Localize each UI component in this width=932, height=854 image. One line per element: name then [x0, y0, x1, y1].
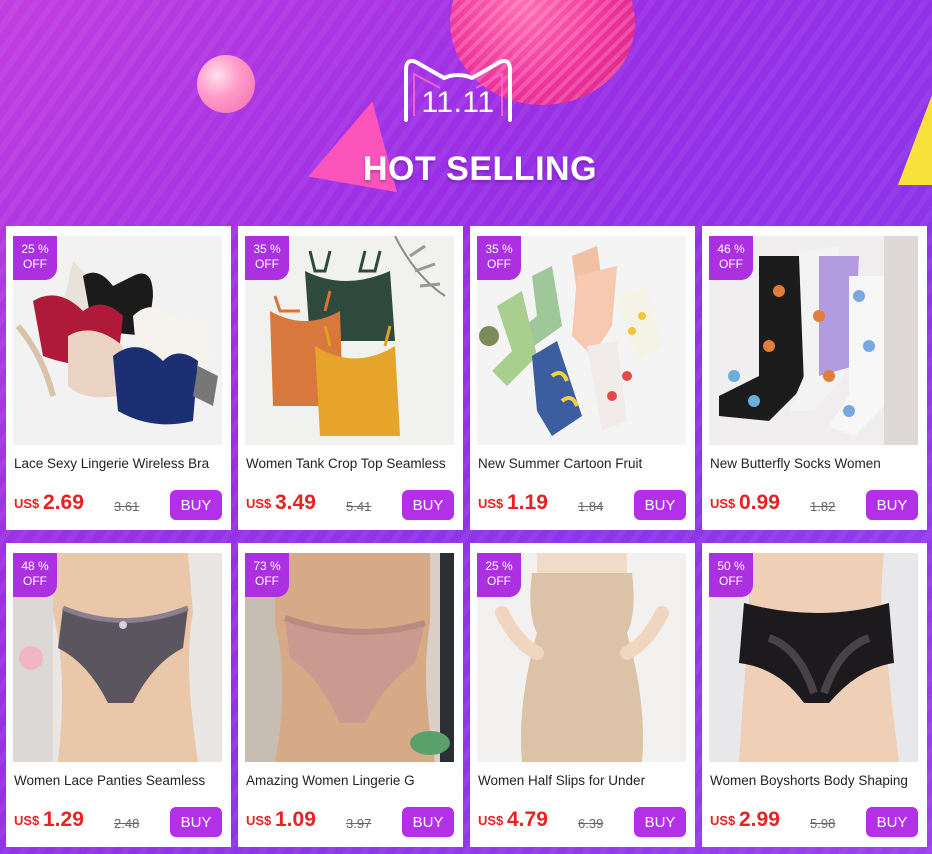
discount-off-label: OFF: [719, 574, 743, 588]
product-name[interactable]: Women Tank Crop Top Seamless: [246, 456, 458, 471]
product-card[interactable]: 25 % OFF Lace Sexy Lingerie Wireless Bra…: [6, 226, 231, 530]
original-price: 5.41: [346, 499, 372, 514]
currency-label: US$: [14, 813, 40, 828]
currency-label: US$: [478, 496, 504, 511]
discount-badge: 48 % OFF: [13, 553, 57, 597]
product-card[interactable]: 73 % OFF Amazing Women Lingerie G US$ 1.…: [238, 543, 463, 847]
discount-off-label: OFF: [487, 257, 511, 271]
discount-off-label: OFF: [719, 257, 743, 271]
original-price: 5.98: [810, 816, 836, 831]
discount-percent: 25 %: [485, 559, 513, 573]
discount-off-label: OFF: [255, 574, 279, 588]
sale-1111-badge: 11.11: [398, 48, 518, 128]
discount-off-label: OFF: [23, 574, 47, 588]
product-price: 3.49: [275, 491, 316, 514]
product-name[interactable]: Amazing Women Lingerie G: [246, 773, 458, 788]
product-card[interactable]: 25 % OFF Women Half Slips for Under US$ …: [470, 543, 695, 847]
discount-off-label: OFF: [23, 257, 47, 271]
product-price: 4.79: [507, 808, 548, 831]
buy-button[interactable]: BUY: [634, 807, 686, 837]
discount-percent: 50 %: [717, 559, 745, 573]
original-price: 3.97: [346, 816, 372, 831]
discount-off-label: OFF: [255, 257, 279, 271]
original-price: 3.61: [114, 499, 140, 514]
product-price: 0.99: [739, 491, 780, 514]
sale-1111-text: 11.11: [421, 86, 495, 119]
product-price: 2.69: [43, 491, 84, 514]
currency-label: US$: [478, 813, 504, 828]
discount-percent: 48 %: [21, 559, 49, 573]
discount-badge: 73 % OFF: [245, 553, 289, 597]
product-card[interactable]: 48 % OFF Women Lace Panties Seamless US$…: [6, 543, 231, 847]
buy-button[interactable]: BUY: [634, 490, 686, 520]
product-name[interactable]: New Butterfly Socks Women: [710, 456, 922, 471]
buy-button[interactable]: BUY: [170, 490, 222, 520]
discount-off-label: OFF: [487, 574, 511, 588]
product-price: 1.19: [507, 491, 548, 514]
currency-label: US$: [246, 496, 272, 511]
product-card[interactable]: 50 % OFF Women Boyshorts Body Shaping US…: [702, 543, 927, 847]
discount-percent: 46 %: [717, 242, 745, 256]
discount-badge: 25 % OFF: [477, 553, 521, 597]
buy-button[interactable]: BUY: [866, 807, 918, 837]
original-price: 1.82: [810, 499, 836, 514]
page-title: HOT SELLING: [362, 150, 598, 188]
buy-button[interactable]: BUY: [170, 807, 222, 837]
product-price: 1.09: [275, 808, 316, 831]
discount-percent: 73 %: [253, 559, 281, 573]
discount-badge: 50 % OFF: [709, 553, 753, 597]
discount-badge: 25 % OFF: [13, 236, 57, 280]
currency-label: US$: [710, 496, 736, 511]
discount-badge: 35 % OFF: [245, 236, 289, 280]
discount-percent: 35 %: [485, 242, 513, 256]
product-card[interactable]: 35 % OFF New Summer Cartoon Fruit US$ 1.…: [470, 226, 695, 530]
buy-button[interactable]: BUY: [866, 490, 918, 520]
discount-badge: 46 % OFF: [709, 236, 753, 280]
discount-percent: 25 %: [21, 242, 49, 256]
product-card[interactable]: 46 % OFF New Butterfly Socks Women US$ 0…: [702, 226, 927, 530]
product-card[interactable]: 35 % OFF Women Tank Crop Top Seamless US…: [238, 226, 463, 530]
product-name[interactable]: Women Lace Panties Seamless: [14, 773, 226, 788]
currency-label: US$: [246, 813, 272, 828]
product-price: 2.99: [739, 808, 780, 831]
buy-button[interactable]: BUY: [402, 490, 454, 520]
product-name[interactable]: Women Half Slips for Under: [478, 773, 690, 788]
original-price: 1.84: [578, 499, 604, 514]
product-name[interactable]: New Summer Cartoon Fruit: [478, 456, 690, 471]
buy-button[interactable]: BUY: [402, 807, 454, 837]
product-name[interactable]: Lace Sexy Lingerie Wireless Bra: [14, 456, 226, 471]
small-ball-decoration: [197, 55, 255, 113]
discount-percent: 35 %: [253, 242, 281, 256]
original-price: 6.39: [578, 816, 604, 831]
product-name[interactable]: Women Boyshorts Body Shaping: [710, 773, 922, 788]
currency-label: US$: [710, 813, 736, 828]
currency-label: US$: [14, 496, 40, 511]
product-price: 1.29: [43, 808, 84, 831]
original-price: 2.48: [114, 816, 140, 831]
discount-badge: 35 % OFF: [477, 236, 521, 280]
